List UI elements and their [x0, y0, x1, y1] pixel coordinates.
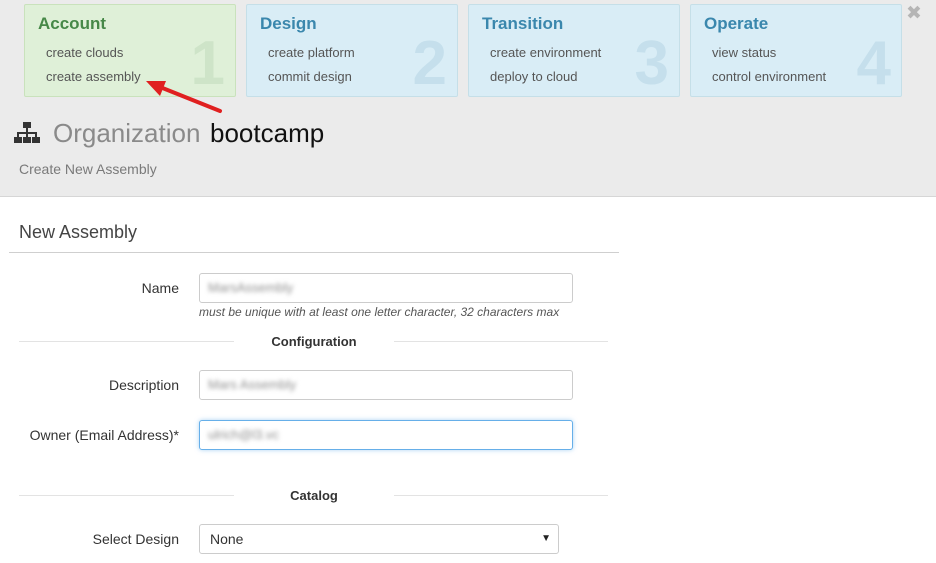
- create-clouds-link[interactable]: create clouds: [46, 45, 123, 60]
- name-help-text: must be unique with at least one letter …: [199, 305, 560, 319]
- section-divider: [394, 495, 608, 496]
- form-title: New Assembly: [19, 222, 138, 242]
- step-number: 4: [856, 29, 891, 97]
- description-input[interactable]: Mars Assembly: [199, 370, 573, 400]
- name-input[interactable]: MarsAssembly: [199, 273, 573, 303]
- annotation-arrow-icon: [146, 81, 222, 113]
- sitemap-icon: [14, 122, 40, 143]
- name-label: Name: [141, 280, 179, 296]
- view-status-link[interactable]: view status: [712, 45, 776, 60]
- chevron-down-icon: ▼: [541, 533, 551, 544]
- form-title-divider: [9, 252, 619, 253]
- create-assembly-link[interactable]: create assembly: [46, 69, 141, 84]
- control-environment-link[interactable]: control environment: [712, 69, 826, 84]
- section-divider: [394, 341, 608, 342]
- section-divider: [19, 341, 234, 342]
- close-icon[interactable]: ✖: [906, 4, 922, 23]
- step-title: Operate: [704, 14, 769, 33]
- description-value: Mars Assembly: [208, 377, 297, 392]
- organization-label: Organization: [53, 118, 201, 148]
- owner-email-input[interactable]: ulrich@l3.vc: [199, 420, 573, 450]
- step-design: Design create platform commit design 2: [246, 4, 458, 97]
- organization-name: bootcamp: [210, 118, 325, 148]
- create-environment-link[interactable]: create environment: [490, 45, 601, 60]
- step-number: 3: [634, 29, 669, 97]
- step-title: Design: [260, 14, 317, 33]
- step-number: 2: [412, 29, 447, 97]
- step-operate: Operate view status control environment …: [690, 4, 902, 97]
- owner-email-value: ulrich@l3.vc: [208, 427, 279, 442]
- deploy-to-cloud-link[interactable]: deploy to cloud: [490, 69, 577, 84]
- top-banner: Account create clouds create assembly 1 …: [0, 0, 936, 197]
- step-title: Account: [38, 14, 106, 33]
- description-label: Description: [108, 377, 179, 393]
- name-value: MarsAssembly: [208, 280, 294, 295]
- step-title: Transition: [482, 14, 564, 33]
- select-design-label: Select Design: [92, 531, 179, 547]
- create-platform-link[interactable]: create platform: [268, 45, 355, 60]
- catalog-heading: Catalog: [290, 488, 338, 503]
- configuration-heading: Configuration: [271, 334, 357, 349]
- select-design-dropdown[interactable]: None ▼: [199, 524, 559, 554]
- page-subtitle: Create New Assembly: [19, 161, 157, 177]
- section-divider: [19, 495, 234, 496]
- commit-design-link[interactable]: commit design: [268, 69, 352, 84]
- owner-label: Owner (Email Address)*: [29, 427, 179, 443]
- select-design-value: None: [210, 531, 244, 547]
- step-transition: Transition create environment deploy to …: [468, 4, 680, 97]
